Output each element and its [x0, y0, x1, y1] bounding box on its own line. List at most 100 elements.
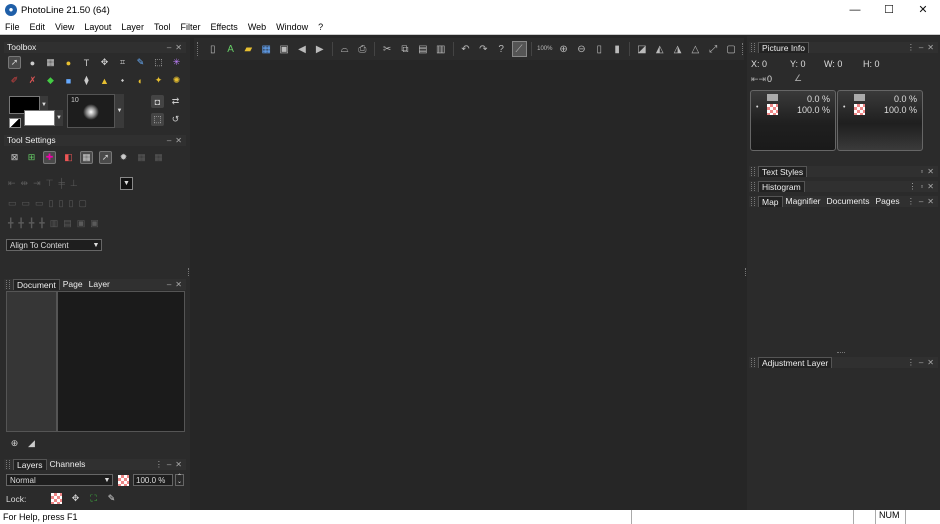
levels-icon[interactable]: ◮ — [670, 41, 685, 57]
close-panel-icon[interactable]: ✕ — [927, 182, 934, 191]
tab-page[interactable]: Page — [60, 279, 86, 290]
new-text-icon[interactable]: A — [223, 41, 238, 57]
minimize-panel-icon[interactable]: – — [919, 358, 923, 367]
open-folder-icon[interactable]: ▰ — [241, 41, 256, 57]
layer-mode-icon[interactable]: ◧ — [62, 151, 75, 164]
new-document-icon[interactable]: ▯ — [205, 41, 220, 57]
switch-icon[interactable]: ⇄ — [169, 95, 182, 108]
close-button[interactable]: ✕ — [906, 0, 940, 20]
menu-tool[interactable]: Tool — [149, 22, 176, 32]
brush-icon[interactable]: ● — [26, 56, 39, 69]
browser-icon[interactable]: ▦ — [259, 41, 274, 57]
pointer-mode-icon[interactable]: ➚ — [99, 151, 112, 164]
target-icon[interactable]: ✚ — [43, 151, 56, 164]
document-canvas-area[interactable] — [194, 62, 744, 510]
close-panel-icon[interactable]: ✕ — [927, 167, 934, 176]
paste-icon[interactable]: ▤ — [415, 41, 430, 57]
zoom-out-icon[interactable]: ⊖ — [574, 41, 589, 57]
paint-layer-icon[interactable]: ◢ — [25, 437, 38, 450]
align-grid-icon[interactable]: ▦ — [80, 151, 93, 164]
brush-preview[interactable]: 10 — [67, 94, 115, 128]
panel-grip[interactable] — [751, 197, 755, 206]
save-icon[interactable]: ▣ — [277, 41, 292, 57]
fill-circle-icon[interactable]: ● — [62, 56, 75, 69]
panel-grip[interactable] — [751, 167, 755, 176]
menu-edit[interactable]: Edit — [25, 22, 51, 32]
menu-web[interactable]: Web — [243, 22, 271, 32]
sponge-icon[interactable]: ◐ — [134, 74, 147, 87]
adjust-icon[interactable]: ◭ — [652, 41, 667, 57]
minimize-panel-icon[interactable]: – — [919, 43, 923, 52]
forward-icon[interactable]: ▶ — [312, 41, 327, 57]
dodge-icon[interactable]: ✦ — [152, 74, 165, 87]
gear-icon[interactable]: ✹ — [117, 151, 130, 164]
new-layer-icon[interactable]: ⊕ — [8, 437, 21, 450]
back-icon[interactable]: ◀ — [295, 41, 310, 57]
measure-icon[interactable]: ⟋ — [511, 41, 527, 57]
background-color-swatch[interactable] — [24, 110, 55, 126]
menu-filter[interactable]: Filter — [175, 22, 205, 32]
lock-size-icon[interactable]: ⛶ — [87, 492, 100, 505]
close-panel-icon[interactable]: ✕ — [175, 43, 182, 52]
select-arrow-icon[interactable]: ➚ — [8, 56, 21, 69]
copy-icon[interactable]: ⧉ — [398, 41, 413, 57]
menu-dots-icon[interactable]: ⋮ — [907, 197, 915, 206]
grid-brush-icon[interactable]: ▦ — [44, 56, 57, 69]
crop-icon[interactable]: ⌗ — [116, 56, 129, 69]
menu-file[interactable]: File — [0, 22, 25, 32]
align-mode-select[interactable]: Align To Content ▼ — [6, 239, 102, 251]
move-tool-icon[interactable]: ✥ — [98, 56, 111, 69]
window-icon[interactable]: ▢ — [724, 41, 739, 57]
brush-dropdown[interactable]: ▼ — [115, 94, 124, 128]
tab-channels[interactable]: Channels — [47, 459, 89, 470]
tab-document[interactable]: Document — [13, 279, 60, 290]
minimize-button[interactable]: — — [838, 0, 872, 20]
panel-grip[interactable] — [6, 280, 10, 289]
panel-grip[interactable] — [751, 358, 755, 367]
menu-window[interactable]: Window — [271, 22, 313, 32]
menu-dots-icon[interactable]: ⋮ — [907, 43, 915, 52]
restore-panel-icon[interactable]: ▫ — [920, 182, 923, 191]
tab-magnifier[interactable]: Magnifier — [783, 196, 824, 207]
minimize-panel-icon[interactable]: – — [167, 136, 171, 145]
toolbar-grip[interactable] — [197, 42, 201, 56]
fit-width-icon[interactable]: ▮ — [610, 41, 625, 57]
menu-view[interactable]: View — [50, 22, 79, 32]
left-splitter[interactable] — [188, 268, 190, 276]
tab-documents[interactable]: Documents — [824, 196, 873, 207]
curves-icon[interactable]: △ — [688, 41, 703, 57]
pencil-icon[interactable]: ✐ — [8, 74, 21, 87]
magic-wand-icon[interactable]: ✳ — [170, 56, 183, 69]
minimize-panel-icon[interactable]: – — [167, 280, 171, 289]
tab-map[interactable]: Map — [758, 196, 783, 207]
minimize-panel-icon[interactable]: – — [167, 460, 171, 469]
toolbar-end-grip[interactable] — [742, 43, 744, 55]
expand-icon[interactable]: ⤢ — [706, 41, 721, 57]
align-target-dropdown[interactable]: ▼ — [120, 177, 133, 190]
blend-mode-select[interactable]: Normal ▼ — [6, 474, 113, 486]
transform-icon[interactable]: ⊠ — [8, 151, 21, 164]
cut-icon[interactable]: ✂ — [380, 41, 395, 57]
lock-transparency-icon[interactable] — [51, 493, 62, 504]
map-view[interactable] — [749, 208, 938, 350]
swap-colors-icon[interactable] — [9, 118, 21, 128]
document-thumbnail-list[interactable] — [6, 291, 57, 432]
lock-paint-icon[interactable]: ✎ — [105, 492, 118, 505]
panel-grip[interactable] — [751, 43, 755, 52]
scan-icon[interactable]: ⌓ — [337, 41, 352, 57]
tab-layers[interactable]: Layers — [13, 459, 47, 470]
eraser-icon[interactable]: ✗ — [26, 74, 39, 87]
map-splitter[interactable] — [837, 352, 845, 354]
stamp-icon[interactable]: ▲ — [98, 74, 111, 87]
close-panel-icon[interactable]: ✕ — [175, 280, 182, 289]
menu-help[interactable]: ? — [313, 22, 328, 32]
close-panel-icon[interactable]: ✕ — [927, 358, 934, 367]
menu-dots-icon[interactable]: ⋮ — [155, 460, 163, 469]
maximize-button[interactable]: ☐ — [872, 0, 906, 20]
undo-icon[interactable]: ↶ — [458, 41, 473, 57]
panel-grip[interactable] — [751, 182, 755, 191]
rectangle-select-icon[interactable]: ⬚ — [152, 56, 165, 69]
smudge-icon[interactable]: ⬩ — [116, 74, 129, 87]
text-tool-icon[interactable]: T — [80, 56, 93, 69]
edit-image-icon[interactable]: ◪ — [634, 41, 649, 57]
